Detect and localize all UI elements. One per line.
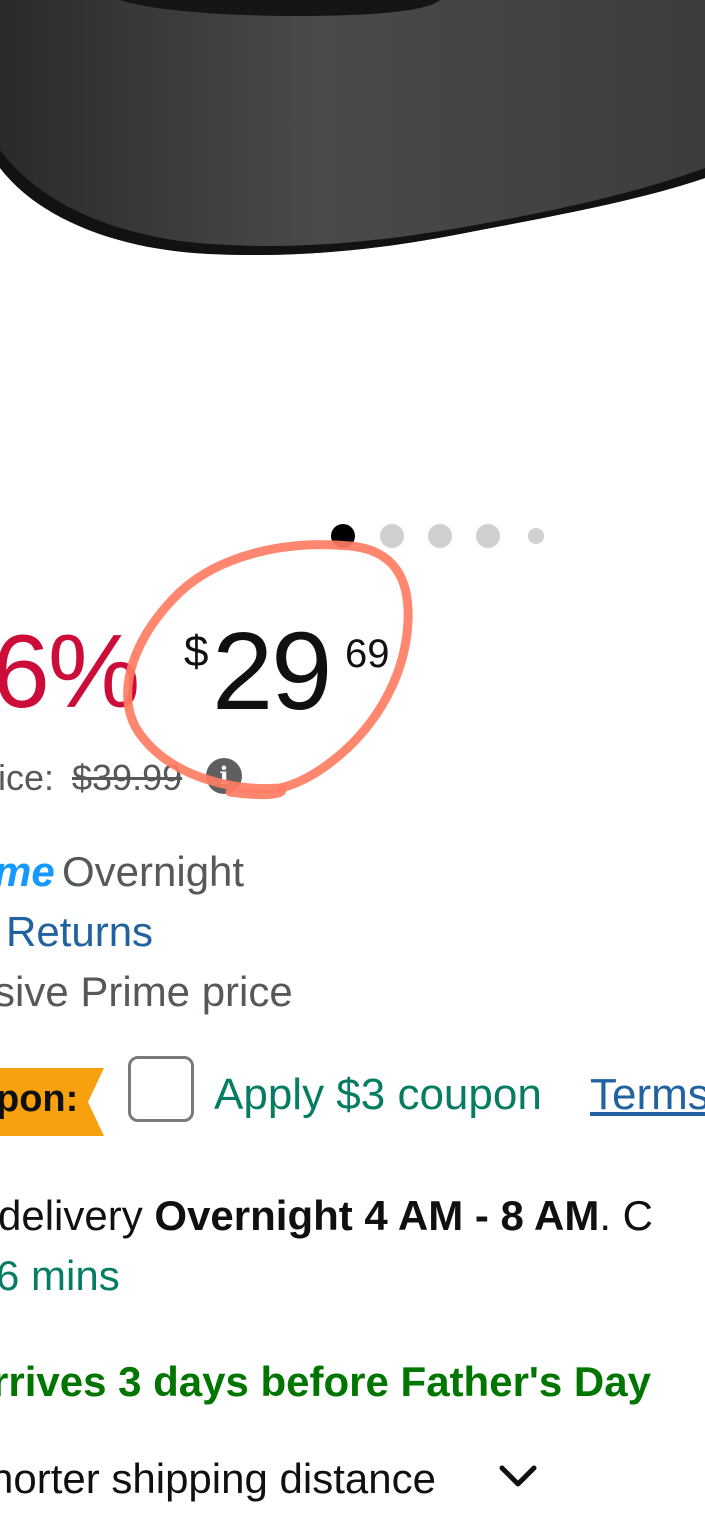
apply-coupon-label[interactable]: Apply $3 coupon <box>214 1070 542 1120</box>
coupon-terms-link[interactable]: Terms <box>590 1070 705 1120</box>
carousel-dot[interactable] <box>528 528 544 544</box>
fathers-day-promo: rrives 3 days before Father's Day <box>0 1358 651 1405</box>
shipping-distance-toggle[interactable]: horter shipping distance <box>0 1455 436 1503</box>
returns-link[interactable]: Returns <box>6 908 153 956</box>
prime-delivery-text: Overnight <box>62 848 245 895</box>
annotation-circle <box>123 540 413 800</box>
delivery-suffix: . C <box>599 1192 653 1239</box>
delivery-prefix: delivery <box>0 1192 155 1239</box>
chevron-down-icon[interactable] <box>498 1462 538 1492</box>
delivery-countdown: 6 mins <box>0 1252 120 1299</box>
delivery-info: delivery Overnight 4 AM - 8 AM. C <box>0 1192 653 1240</box>
carousel-dot[interactable] <box>476 524 500 548</box>
list-price-label: rice: <box>0 757 55 798</box>
coupon-checkbox[interactable] <box>128 1056 194 1122</box>
coupon-label: pon: <box>0 1078 79 1120</box>
exclusive-prime-price-text: sive Prime price <box>0 968 293 1015</box>
carousel-dot[interactable] <box>428 524 452 548</box>
product-image[interactable] <box>0 0 705 300</box>
delivery-window: Overnight 4 AM - 8 AM <box>154 1192 600 1239</box>
prime-logo: me <box>0 848 55 895</box>
